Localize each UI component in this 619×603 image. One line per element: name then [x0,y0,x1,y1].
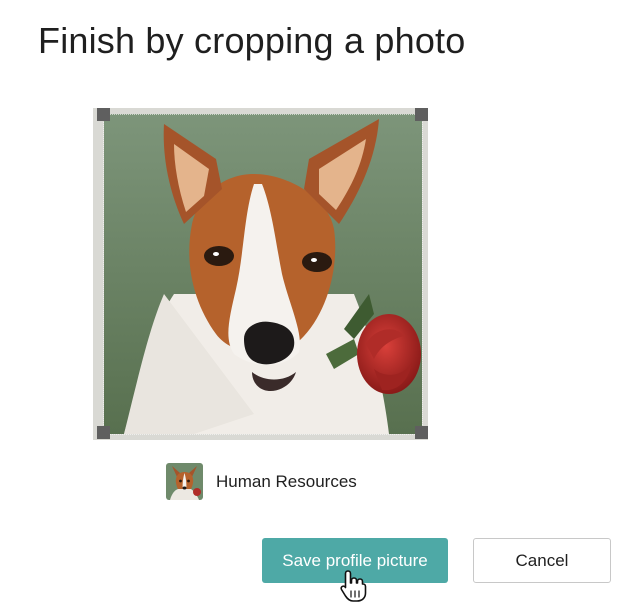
dialog-title: Finish by cropping a photo [38,20,466,61]
profile-photo [104,114,422,434]
crop-handle-bottom-left[interactable] [97,426,110,439]
crop-handle-top-left[interactable] [97,108,110,121]
cancel-button[interactable]: Cancel [473,538,611,583]
account-preview: Human Resources [166,463,357,500]
account-name: Human Resources [216,471,357,491]
crop-handle-bottom-right[interactable] [415,426,428,439]
crop-handle-top-right[interactable] [415,108,428,121]
avatar [166,463,203,500]
hand-pointer-icon [340,570,367,602]
